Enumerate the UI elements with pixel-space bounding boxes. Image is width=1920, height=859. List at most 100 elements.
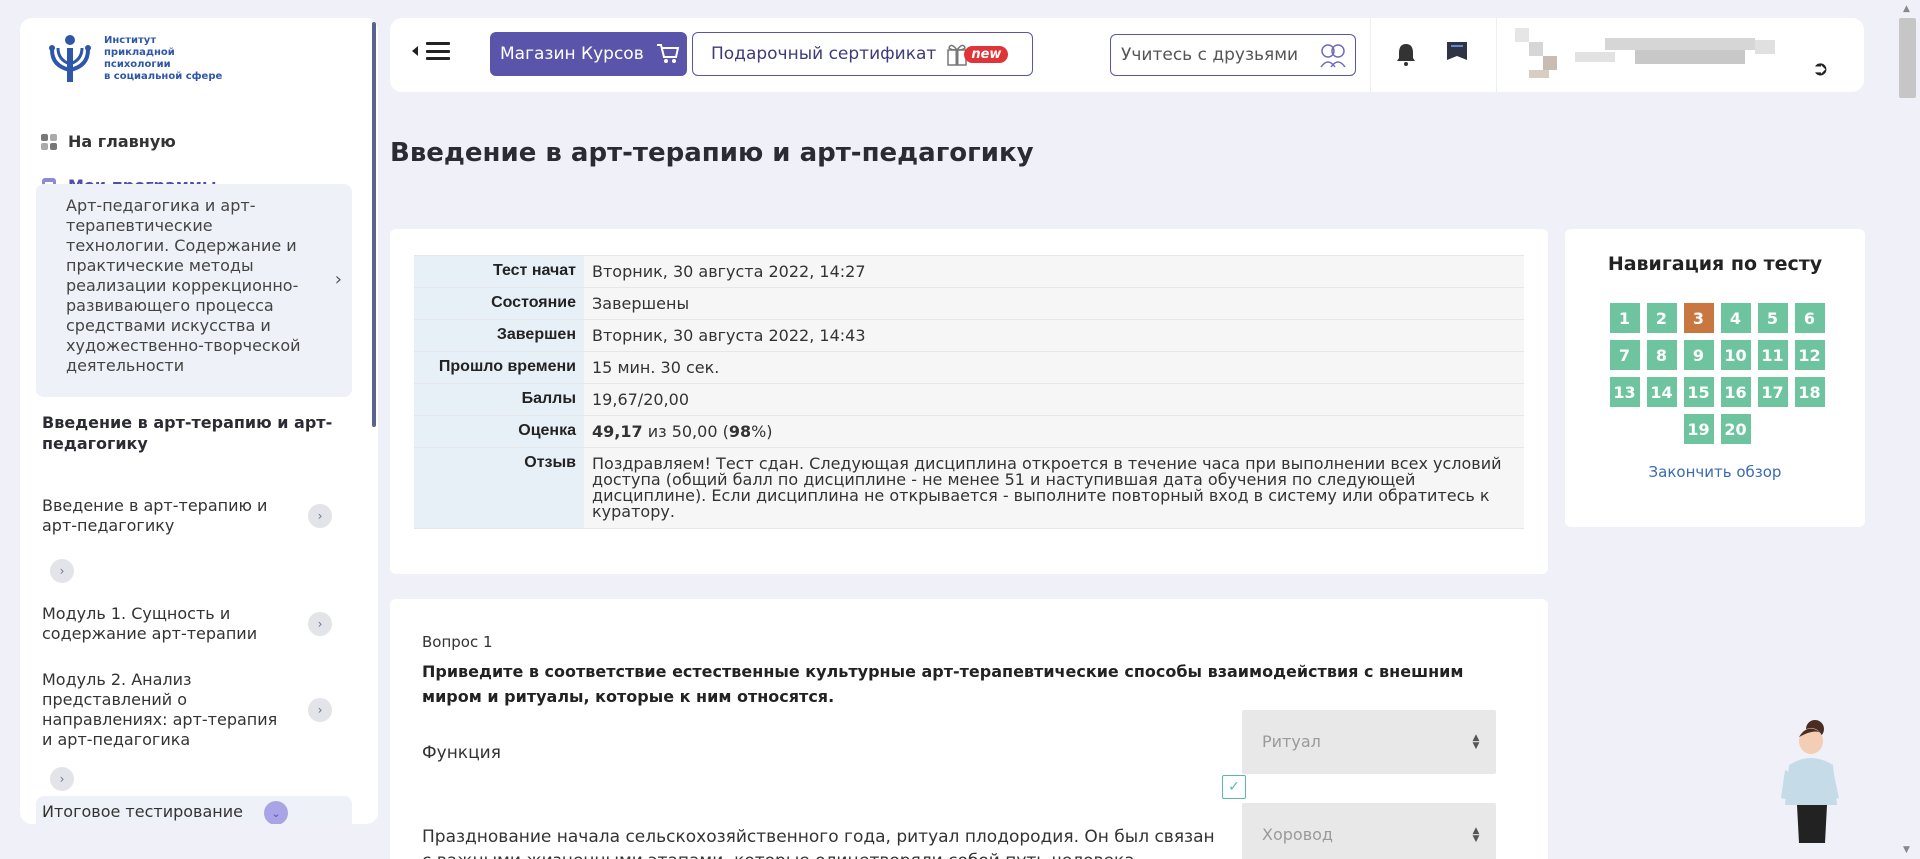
chevron-right-icon[interactable]: › xyxy=(308,612,332,636)
sidebar-scrollbar[interactable] xyxy=(370,18,378,824)
page-scrollbar[interactable]: ▲ ▼ xyxy=(1895,0,1920,859)
new-badge: new xyxy=(964,45,1009,63)
summary-row-grade: Оценка 49,17 из 50,00 (98%) xyxy=(414,415,1524,448)
sidebar: Институт прикладной психологии в социаль… xyxy=(20,18,378,824)
quiz-nav-button[interactable]: 16 xyxy=(1720,377,1751,407)
question-card: Вопрос 1 Приведите в соответствие естест… xyxy=(390,599,1548,859)
summary-value: Вторник, 30 августа 2022, 14:27 xyxy=(584,255,1524,288)
home-link[interactable]: На главную xyxy=(40,132,176,151)
logo-text: Институт прикладной психологии в социаль… xyxy=(104,35,223,82)
summary-value: Завершены xyxy=(584,287,1524,320)
logo[interactable]: Институт прикладной психологии в социаль… xyxy=(44,34,244,84)
chevron-right-icon[interactable]: › xyxy=(50,559,74,583)
top-bar: Магазин Курсов Подарочный сертификат new… xyxy=(390,18,1864,92)
sidebar-item-module1[interactable]: Модуль 1. Сущность и содержание арт-тера… xyxy=(42,604,292,644)
user-profile-blurred[interactable] xyxy=(1515,22,1815,82)
summary-row-finished: Завершен Вторник, 30 августа 2022, 14:43 xyxy=(414,319,1524,352)
question-number: Вопрос 1 xyxy=(422,633,493,651)
summary-key: Тест начат xyxy=(414,255,584,288)
summary-key: Завершен xyxy=(414,319,584,352)
quiz-nav-button[interactable]: 10 xyxy=(1720,340,1751,370)
logout-icon[interactable]: ➲ xyxy=(1812,56,1829,80)
friends-label: Учитесь с друзьями xyxy=(1121,45,1299,65)
sidebar-item-final-test[interactable]: Итоговое тестирование ⌄ xyxy=(36,796,352,824)
summary-feedback: Поздравляем! Тест сдан. Следующая дисцип… xyxy=(584,447,1524,529)
chat-icon[interactable] xyxy=(1445,40,1469,68)
summary-key: Прошло времени xyxy=(414,351,584,384)
institute-logo-icon xyxy=(49,35,91,82)
question-text: Приведите в соответствие естественные ку… xyxy=(422,662,1464,706)
summary-row-feedback: Отзыв Поздравляем! Тест сдан. Следующая … xyxy=(414,447,1524,529)
select-arrows-icon: ▲ ▼ xyxy=(1472,826,1480,844)
section-heading: Введение в арт-терапию и арт-педагогику xyxy=(42,413,333,453)
quiz-nav-button[interactable]: 9 xyxy=(1683,340,1714,370)
friends-icon xyxy=(1320,44,1346,68)
quiz-nav-button[interactable]: 19 xyxy=(1683,414,1714,444)
hamburger-icon xyxy=(426,42,450,60)
quiz-summary: Тест начат Вторник, 30 августа 2022, 14:… xyxy=(390,229,1548,574)
final-test-label: Итоговое тестирование xyxy=(42,802,243,821)
chevron-right-icon: › xyxy=(334,269,342,290)
chevron-right-icon[interactable]: › xyxy=(308,698,332,722)
chevron-right-icon[interactable]: › xyxy=(308,504,332,528)
quiz-nav-button[interactable]: 15 xyxy=(1683,377,1714,407)
summary-value: 19,67/20,00 xyxy=(584,383,1524,416)
cart-icon xyxy=(656,44,679,63)
shop-button[interactable]: Магазин Курсов xyxy=(490,32,687,76)
page-title: Введение в арт-терапию и арт-педагогику xyxy=(390,138,1034,168)
summary-value: Вторник, 30 августа 2022, 14:43 xyxy=(584,319,1524,352)
program-title: Арт-педагогика и арт-терапевтические тех… xyxy=(66,196,301,375)
quiz-nav-button[interactable]: 20 xyxy=(1720,414,1751,444)
chevron-down-icon[interactable]: ⌄ xyxy=(264,801,288,824)
study-with-friends-button[interactable]: Учитесь с друзьями xyxy=(1110,34,1356,76)
match-select[interactable]: Ритуал ▲ ▼ xyxy=(1242,710,1496,774)
quiz-nav-button[interactable]: 2 xyxy=(1646,303,1677,333)
quiz-nav-button[interactable]: 14 xyxy=(1646,377,1677,407)
quiz-nav-button[interactable]: 5 xyxy=(1757,303,1788,333)
summary-row-state: Состояние Завершены xyxy=(414,287,1524,320)
summary-value: 15 мин. 30 сек. xyxy=(584,351,1524,384)
select-arrows-icon: ▲ ▼ xyxy=(1472,733,1480,751)
quiz-nav-button[interactable]: 6 xyxy=(1794,303,1825,333)
quiz-navigation: Навигация по тесту 1 2 3 4 5 6 7 8 9 10 11 12 13 14 15… xyxy=(1565,229,1865,527)
summary-key: Баллы xyxy=(414,383,584,416)
match-label: Функция xyxy=(422,743,501,763)
assistant-avatar[interactable] xyxy=(1775,715,1845,845)
summary-row-points: Баллы 19,67/20,00 xyxy=(414,383,1524,416)
scroll-down-icon[interactable]: ▼ xyxy=(1903,845,1910,855)
quiz-nav-button[interactable]: 17 xyxy=(1757,377,1788,407)
quiz-navigation-title: Навигация по тесту xyxy=(1607,253,1823,275)
scroll-up-icon[interactable]: ▲ xyxy=(1903,4,1910,14)
gift-certificate-button[interactable]: Подарочный сертификат new xyxy=(692,32,1033,76)
quiz-nav-button[interactable]: 11 xyxy=(1757,340,1788,370)
summary-grade: 49,17 из 50,00 (98%) xyxy=(584,415,1524,448)
collapse-arrow-icon xyxy=(412,46,418,56)
program-item[interactable]: Арт-педагогика и арт-терапевтические тех… xyxy=(36,184,352,397)
summary-key: Оценка xyxy=(414,415,584,448)
quiz-nav-button[interactable]: 8 xyxy=(1646,340,1677,370)
summary-row-time: Прошло времени 15 мин. 30 сек. xyxy=(414,351,1524,384)
quiz-nav-button[interactable]: 12 xyxy=(1794,340,1825,370)
quiz-nav-button[interactable]: 3 xyxy=(1683,303,1714,333)
bell-icon[interactable] xyxy=(1395,42,1417,66)
quiz-nav-button[interactable]: 13 xyxy=(1609,377,1640,407)
quiz-nav-button[interactable]: 4 xyxy=(1720,303,1751,333)
dashboard-icon xyxy=(41,133,57,150)
quiz-nav-button[interactable]: 7 xyxy=(1609,340,1640,370)
quiz-nav-button[interactable]: 18 xyxy=(1794,377,1825,407)
match-label: Празднование начала сельскохозяйственног… xyxy=(422,827,1215,859)
select-value: Ритуал xyxy=(1262,732,1321,751)
summary-key: Отзыв xyxy=(414,447,584,529)
scroll-thumb[interactable] xyxy=(1899,18,1916,98)
sidebar-item-intro[interactable]: Введение в арт-терапию и арт-педагогику xyxy=(42,496,292,536)
quiz-nav-button[interactable]: 1 xyxy=(1609,303,1640,333)
finish-review-link[interactable]: Закончить обзор xyxy=(1565,463,1865,481)
shop-label: Магазин Курсов xyxy=(500,44,644,64)
chevron-right-icon[interactable]: › xyxy=(50,767,74,791)
quiz-navigation-grid: 1 2 3 4 5 6 7 8 9 10 11 12 13 14 15 16 17 18 19 20 xyxy=(1605,303,1829,444)
match-select[interactable]: Хоровод ▲ ▼ xyxy=(1242,803,1496,859)
menu-toggle-button[interactable] xyxy=(412,42,450,60)
summary-table: Тест начат Вторник, 30 августа 2022, 14:… xyxy=(414,255,1524,529)
sidebar-item-module2[interactable]: Модуль 2. Анализ представлений о направл… xyxy=(42,670,292,750)
summary-row-started: Тест начат Вторник, 30 августа 2022, 14:… xyxy=(414,255,1524,288)
